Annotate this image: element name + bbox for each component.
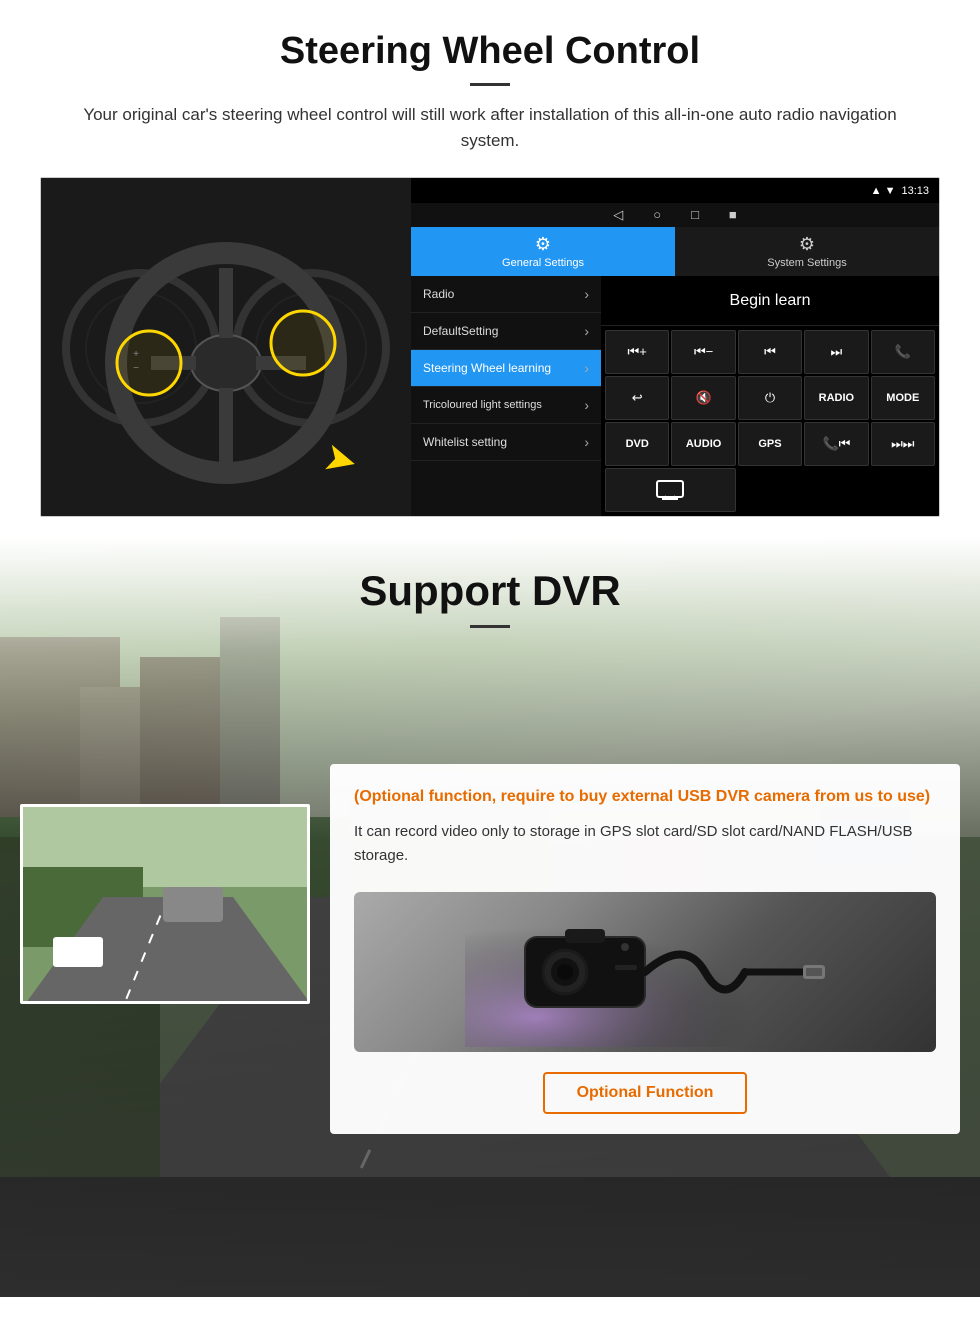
- dvr-section: Support DVR: [0, 537, 980, 1297]
- control-grid: ⏮+ ⏮− ⏮ ⏭ 📞 ↩ 🔇 ⏻ RADIO MODE DVD AUDIO G…: [601, 326, 939, 516]
- ctrl-power[interactable]: ⏻: [738, 376, 802, 420]
- menu-item-tricolour[interactable]: Tricoloured light settings ›: [411, 387, 601, 424]
- dvr-camera-image: [354, 892, 936, 1052]
- gear-icon-system: ⚙: [799, 234, 815, 255]
- ctrl-back[interactable]: ↩: [605, 376, 669, 420]
- chevron-icon-2: ›: [584, 323, 589, 339]
- status-bar: ▲ ▼ 13:13: [411, 178, 939, 203]
- menu-item-whitelist[interactable]: Whitelist setting ›: [411, 424, 601, 461]
- menu-btn[interactable]: ■: [729, 207, 737, 222]
- back-btn[interactable]: ◁: [613, 207, 623, 223]
- wheel-visual: + − ➤: [41, 178, 411, 516]
- dvr-content: (Optional function, require to buy exter…: [0, 764, 980, 1174]
- tab-system-settings[interactable]: ⚙ System Settings: [675, 227, 939, 276]
- screen-icon: [656, 480, 684, 500]
- menu-list: Radio › DefaultSetting › Steering Wheel …: [411, 276, 601, 516]
- menu-label-steering: Steering Wheel learning: [423, 361, 551, 375]
- ctrl-mute[interactable]: 🔇: [671, 376, 735, 420]
- begin-learn-area: Begin learn: [601, 276, 939, 326]
- chevron-icon-5: ›: [584, 434, 589, 450]
- dvr-description: It can record video only to storage in G…: [354, 820, 936, 868]
- tab-general-label: General Settings: [502, 257, 584, 269]
- menu-label-whitelist: Whitelist setting: [423, 435, 507, 449]
- dvr-header: Support DVR: [0, 537, 980, 644]
- recents-btn[interactable]: □: [691, 207, 699, 222]
- ctrl-mode[interactable]: MODE: [871, 376, 935, 420]
- svg-text:+: +: [133, 349, 139, 360]
- home-btn[interactable]: ○: [653, 207, 661, 222]
- ctrl-dvd[interactable]: DVD: [605, 422, 669, 466]
- thumb-scene: [23, 807, 307, 1001]
- tab-system-label: System Settings: [767, 257, 846, 269]
- demo-container: + − ➤ ▲ ▼ 13:13 ◁ ○ □ ■: [40, 177, 940, 517]
- gear-icon-general: ⚙: [535, 234, 551, 255]
- optional-note: (Optional function, require to buy exter…: [354, 786, 936, 808]
- chevron-icon-3: ›: [584, 360, 589, 376]
- status-time: 13:13: [901, 185, 929, 197]
- ctrl-next-track[interactable]: ⏭: [804, 330, 868, 374]
- begin-learn-button[interactable]: Begin learn: [730, 292, 811, 310]
- cockpit-svg: + − ➤: [41, 178, 411, 516]
- ctrl-vol-down[interactable]: ⏮−: [671, 330, 735, 374]
- menu-label-tricolour: Tricoloured light settings: [423, 399, 542, 411]
- steering-title: Steering Wheel Control: [40, 30, 940, 73]
- ctrl-prev-track[interactable]: ⏮: [738, 330, 802, 374]
- steering-section: Steering Wheel Control Your original car…: [0, 0, 980, 537]
- menu-item-radio[interactable]: Radio ›: [411, 276, 601, 313]
- ctrl-extra[interactable]: [605, 468, 736, 512]
- steering-divider: [470, 83, 510, 86]
- ctrl-radio[interactable]: RADIO: [804, 376, 868, 420]
- ctrl-call-prev[interactable]: 📞⏮: [804, 422, 868, 466]
- dvr-info-card: (Optional function, require to buy exter…: [330, 764, 960, 1134]
- menu-item-steering[interactable]: Steering Wheel learning ›: [411, 350, 601, 387]
- ctrl-phone[interactable]: 📞: [871, 330, 935, 374]
- ctrl-vol-up[interactable]: ⏮+: [605, 330, 669, 374]
- thumb-svg: [23, 807, 310, 1004]
- dvr-title: Support DVR: [20, 567, 960, 615]
- menu-item-default[interactable]: DefaultSetting ›: [411, 313, 601, 350]
- ctrl-skip[interactable]: ⏭⏭: [871, 422, 935, 466]
- ctrl-audio[interactable]: AUDIO: [671, 422, 735, 466]
- tab-bar: ⚙ General Settings ⚙ System Settings: [411, 227, 939, 276]
- steering-wheel-image: + − ➤: [41, 178, 411, 516]
- status-icons: ▲ ▼: [871, 185, 896, 197]
- dvr-thumbnail: [20, 804, 310, 1004]
- menu-label-default: DefaultSetting: [423, 324, 498, 338]
- nav-bar: ◁ ○ □ ■: [411, 203, 939, 226]
- chevron-icon-4: ›: [584, 397, 589, 413]
- steering-subtitle: Your original car's steering wheel contr…: [80, 102, 900, 153]
- camera-svg: [465, 897, 825, 1047]
- android-ui: ▲ ▼ 13:13 ◁ ○ □ ■ ⚙ General Settings ⚙ S…: [411, 178, 939, 516]
- svg-text:−: −: [133, 363, 139, 374]
- ctrl-gps[interactable]: GPS: [738, 422, 802, 466]
- content-area: Radio › DefaultSetting › Steering Wheel …: [411, 276, 939, 516]
- dvr-divider: [470, 625, 510, 628]
- menu-label-radio: Radio: [423, 287, 454, 301]
- chevron-icon: ›: [584, 286, 589, 302]
- optional-function-button[interactable]: Optional Function: [543, 1072, 748, 1114]
- tab-general-settings[interactable]: ⚙ General Settings: [411, 227, 675, 276]
- right-panel: Begin learn ⏮+ ⏮− ⏮ ⏭ 📞 ↩ 🔇 ⏻ RADIO MODE: [601, 276, 939, 516]
